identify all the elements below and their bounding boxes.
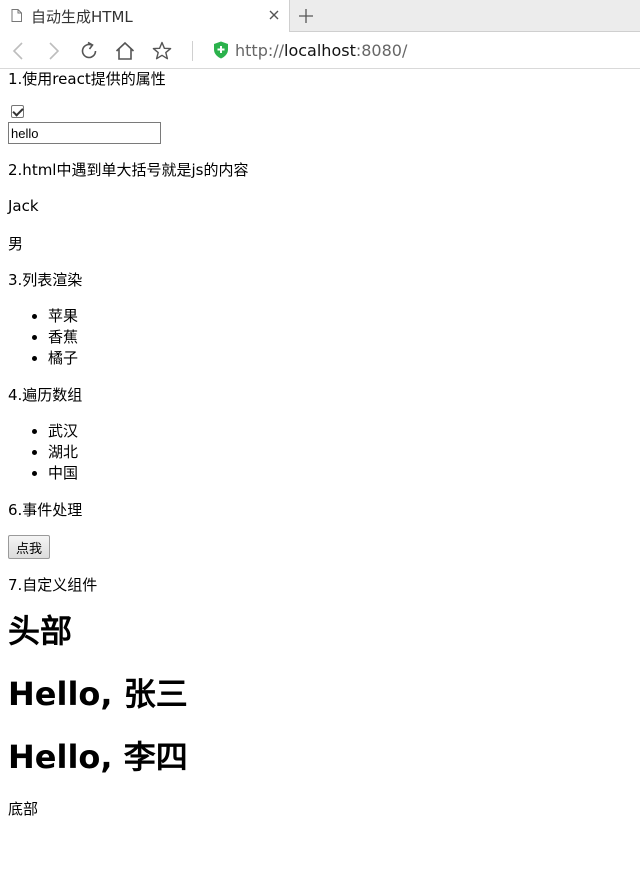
url-scheme: http:// [235, 41, 285, 60]
plus-icon[interactable] [298, 8, 314, 24]
tab-title: 自动生成HTML [31, 8, 133, 26]
header-heading: 头部 [8, 612, 73, 650]
section-6-title: 6.事件处理 [8, 501, 83, 519]
section-7-title: 7.自定义组件 [8, 576, 98, 594]
place-list: 武汉 湖北 中国 [8, 421, 632, 484]
url-host: localhost [284, 41, 356, 60]
toolbar-separator [192, 41, 193, 61]
greeting-heading: Hello, 张三 [8, 675, 188, 713]
list-item: 苹果 [48, 306, 632, 327]
star-icon[interactable] [151, 40, 173, 62]
footer-text: 底部 [8, 800, 39, 818]
name-text: Jack [8, 197, 39, 215]
gender-text: 男 [8, 235, 24, 253]
section-4-title: 4.遍历数组 [8, 386, 83, 404]
list-item: 中国 [48, 463, 632, 484]
checkbox-row [8, 105, 632, 121]
tab-bar: 自动生成HTML [0, 0, 640, 32]
greeting-heading: Hello, 李四 [8, 738, 188, 776]
shield-icon [214, 41, 228, 59]
close-icon[interactable] [268, 9, 280, 21]
list-item: 橘子 [48, 348, 632, 369]
checked-checkbox[interactable] [11, 105, 24, 118]
fruit-list: 苹果 香蕉 橘子 [8, 306, 632, 369]
forward-icon[interactable] [42, 40, 64, 62]
list-item: 武汉 [48, 421, 632, 442]
address-bar[interactable]: http://localhost:8080/ [235, 41, 407, 60]
list-item: 香蕉 [48, 327, 632, 348]
list-item: 湖北 [48, 442, 632, 463]
reload-icon[interactable] [78, 40, 100, 62]
page-icon [11, 9, 22, 22]
browser-tab[interactable]: 自动生成HTML [0, 0, 290, 32]
section-3-title: 3.列表渲染 [8, 271, 83, 289]
url-port: :8080/ [355, 41, 408, 60]
section-2-title: 2.html中遇到单大括号就是js的内容 [8, 161, 249, 179]
click-me-button[interactable]: 点我 [8, 535, 51, 559]
page-content: 1.使用react提供的属性 2.html中遇到单大括号就是js的内容 Jack… [8, 69, 632, 819]
navigation-toolbar: http://localhost:8080/ [0, 32, 640, 69]
text-input[interactable] [8, 122, 161, 144]
back-icon[interactable] [8, 40, 30, 62]
home-icon[interactable] [114, 40, 136, 62]
section-1-title: 1.使用react提供的属性 [8, 70, 166, 88]
